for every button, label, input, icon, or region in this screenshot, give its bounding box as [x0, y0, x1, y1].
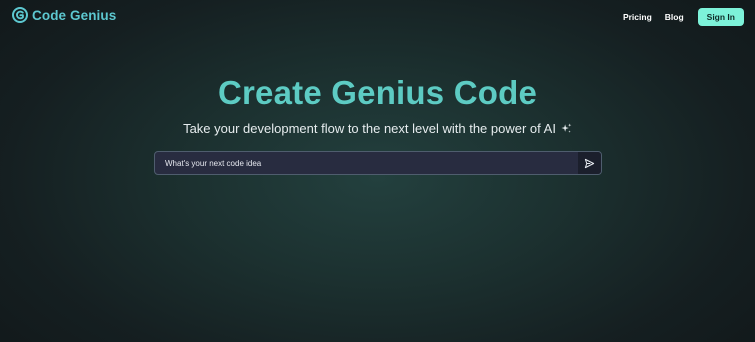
- code-genius-logo-icon: [12, 7, 28, 23]
- brand-name: Code Genius: [32, 7, 117, 23]
- hero-title: Create Genius Code: [217, 74, 538, 111]
- send-button[interactable]: [578, 152, 601, 174]
- sign-in-button[interactable]: Sign In: [697, 8, 744, 26]
- hero-subtitle: Take your development flow to the next l…: [183, 121, 556, 136]
- code-idea-input[interactable]: [155, 152, 578, 174]
- hero-subtitle-line: Take your development flow to the next l…: [0, 121, 755, 137]
- main-nav: Pricing Blog Sign In: [623, 8, 744, 26]
- code-idea-form: [154, 151, 602, 175]
- nav-link-pricing[interactable]: Pricing: [623, 12, 652, 22]
- sparkle-icon: [561, 122, 572, 137]
- send-icon: [584, 158, 595, 168]
- top-navbar: Code Genius Pricing Blog Sign In: [0, 0, 755, 34]
- brand-home-link[interactable]: Code Genius: [12, 7, 116, 23]
- nav-link-blog[interactable]: Blog: [665, 12, 684, 22]
